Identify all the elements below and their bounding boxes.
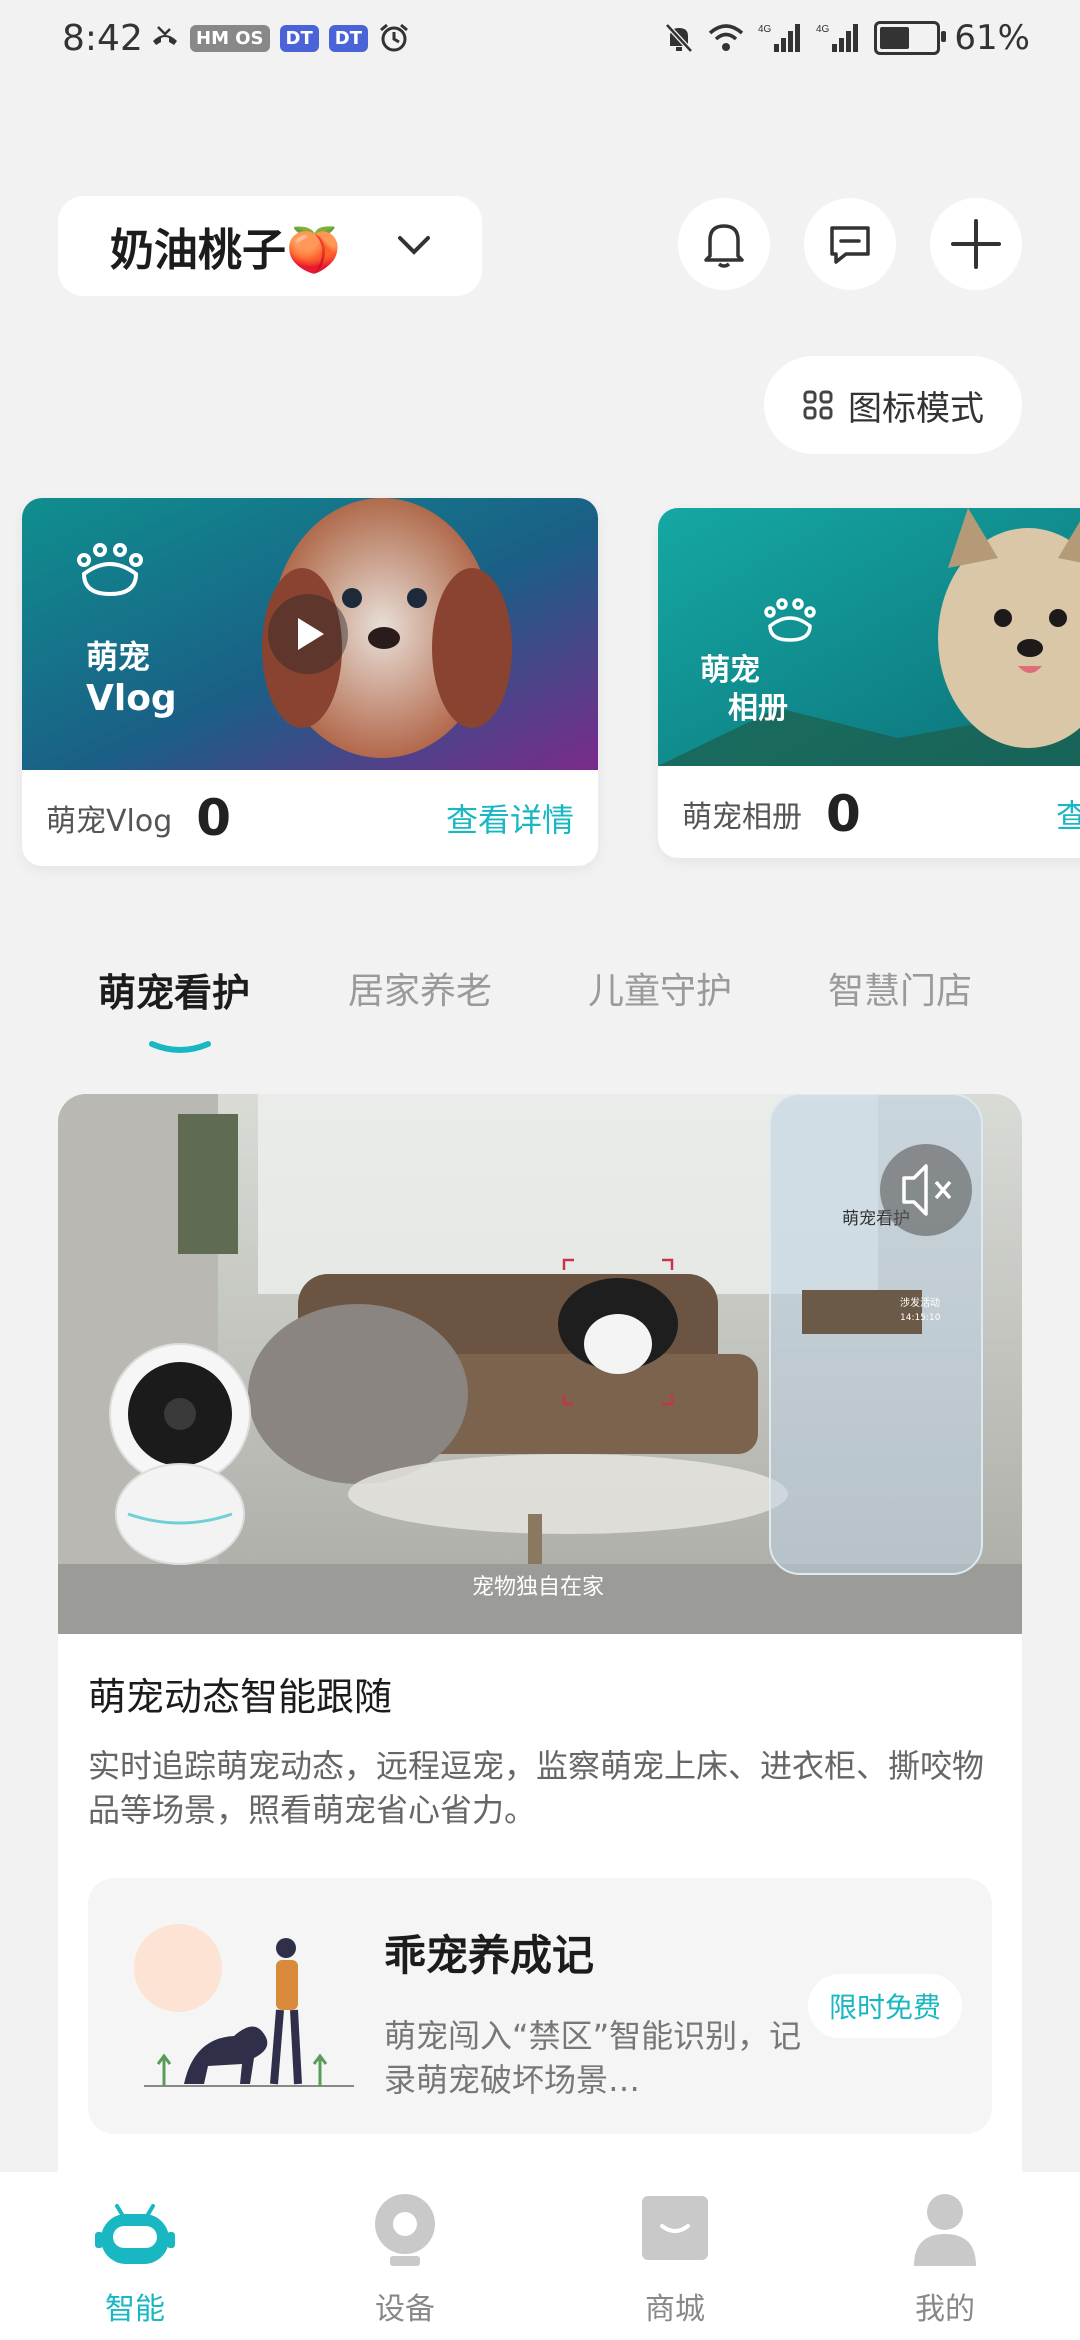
chevron-down-icon: [398, 236, 430, 255]
pet-album-footer: 萌宠相册 0 查: [658, 766, 1080, 858]
svg-text:4G: 4G: [758, 24, 772, 35]
promo-illustration: [134, 1924, 354, 2087]
mute-button[interactable]: [880, 1144, 972, 1236]
account-switcher[interactable]: 奶油桃子🍑: [58, 196, 482, 296]
alarm-icon: [380, 23, 408, 52]
album-image-title-1: 萌宠: [700, 653, 760, 688]
status-time: 8:42: [62, 18, 143, 59]
missed-call-icon: [153, 26, 177, 45]
add-button[interactable]: [930, 198, 1022, 290]
view-details-link[interactable]: 查: [1056, 791, 1080, 837]
promo-title: 乖宠养成记: [384, 1931, 595, 1980]
pet-vlog-thumbnail: 萌宠 Vlog: [22, 498, 598, 770]
dt-chip: DT: [328, 24, 368, 52]
camera-icon: [375, 2194, 435, 2266]
pet-album-thumbnail: 萌宠 相册: [658, 508, 1080, 766]
signal-4g-icon: 4G: [816, 24, 859, 52]
free-badge[interactable]: 限时免费: [808, 1974, 962, 2038]
plus-icon: [951, 219, 1001, 269]
card-label: 萌宠Vlog: [46, 804, 173, 839]
message-icon: [830, 226, 870, 264]
grid-icon: [803, 390, 833, 420]
card-count: 0: [826, 785, 861, 843]
card-label: 萌宠相册: [682, 800, 802, 835]
nav-label: 我的: [915, 2292, 975, 2327]
pet-album-card[interactable]: 萌宠 相册 萌宠相册 0 查: [658, 508, 1080, 858]
nav-label: 设备: [375, 2292, 435, 2327]
vlog-image-title-2: Vlog: [86, 678, 177, 719]
wifi-icon: [709, 24, 744, 51]
status-left-icons: HM OS DT DT: [150, 22, 410, 54]
battery-percent: 61%: [954, 18, 1030, 58]
notification-button[interactable]: [678, 198, 770, 290]
promo-card[interactable]: 乖宠养成记 萌宠闯入“禁区”智能识别，记录萌宠破坏场景… 限时免费: [88, 1878, 992, 2134]
dt-chip: DT: [279, 24, 319, 52]
robot-icon: [95, 2204, 175, 2264]
nav-profile[interactable]: 我的: [810, 2172, 1080, 2340]
scenario-tabs: 萌宠看护 居家养老 儿童守护 智慧门店: [0, 962, 1080, 1042]
shop-bag-icon: [642, 2196, 708, 2260]
nav-smart[interactable]: 智能: [0, 2172, 270, 2340]
album-image-title-2: 相册: [728, 691, 788, 726]
camera-device: [109, 1343, 251, 1565]
status-bar: 8:42 HM OS DT DT 4G 4G 61%: [0, 0, 1080, 80]
nav-label: 商城: [645, 2292, 705, 2327]
feature-description: 实时追踪萌宠动态，远程逗宠，监察萌宠上床、进衣柜、撕咬物品等场景，照看萌宠省心省…: [88, 1747, 985, 1829]
battery-fill: [880, 27, 910, 49]
nav-shop[interactable]: 商城: [540, 2172, 810, 2340]
mute-bell-icon: [665, 23, 694, 53]
hmos-chip: HM OS: [190, 24, 270, 52]
promo-description: 萌宠闯入“禁区”智能识别，记录萌宠破坏场景…: [384, 2017, 802, 2099]
overlay-item-label: 涉发活动: [900, 1296, 940, 1309]
bell-icon: [704, 224, 744, 268]
nav-devices[interactable]: 设备: [270, 2172, 540, 2340]
signal-4g-icon: 4G: [758, 24, 801, 52]
tab-indicator: [149, 1041, 211, 1053]
pet-vlog-footer: 萌宠Vlog 0 查看详情: [22, 770, 598, 866]
pet-vlog-card[interactable]: 萌宠 Vlog 萌宠Vlog 0 查看详情: [22, 498, 598, 866]
view-mode-label: 图标模式: [848, 388, 984, 429]
account-name: 奶油桃子🍑: [110, 225, 341, 276]
svg-text:4G: 4G: [816, 24, 830, 35]
vlog-image-title-1: 萌宠: [86, 638, 150, 676]
feature-video[interactable]: 萌宠看护 涉发活动 14:15:10 宠物独自在家: [58, 1094, 1022, 1634]
messages-button[interactable]: [804, 198, 896, 290]
video-caption: 宠物独自在家: [472, 1575, 604, 1600]
bottom-navigation: 智能 设备 商城 我的: [0, 2172, 1080, 2340]
tab-elderly-care[interactable]: 居家养老: [348, 962, 492, 1014]
tab-smart-store[interactable]: 智慧门店: [828, 962, 972, 1014]
card-count: 0: [196, 789, 232, 847]
feature-title: 萌宠动态智能跟随: [88, 1675, 393, 1719]
overlay-item-time: 14:15:10: [900, 1313, 941, 1323]
feature-section: 萌宠看护 涉发活动 14:15:10 宠物独自在家 萌宠动态智能跟随 实时追踪萌…: [58, 1094, 1022, 2274]
tab-pet-care[interactable]: 萌宠看护: [98, 962, 250, 1017]
status-right-icons: 4G 4G 61%: [664, 18, 1030, 58]
view-mode-toggle[interactable]: 图标模式: [764, 356, 1022, 454]
person-icon: [914, 2194, 976, 2266]
battery-icon: [874, 21, 947, 55]
tab-child-guard[interactable]: 儿童守护: [588, 962, 732, 1014]
view-details-link[interactable]: 查看详情: [446, 795, 574, 841]
nav-label: 智能: [105, 2292, 165, 2327]
